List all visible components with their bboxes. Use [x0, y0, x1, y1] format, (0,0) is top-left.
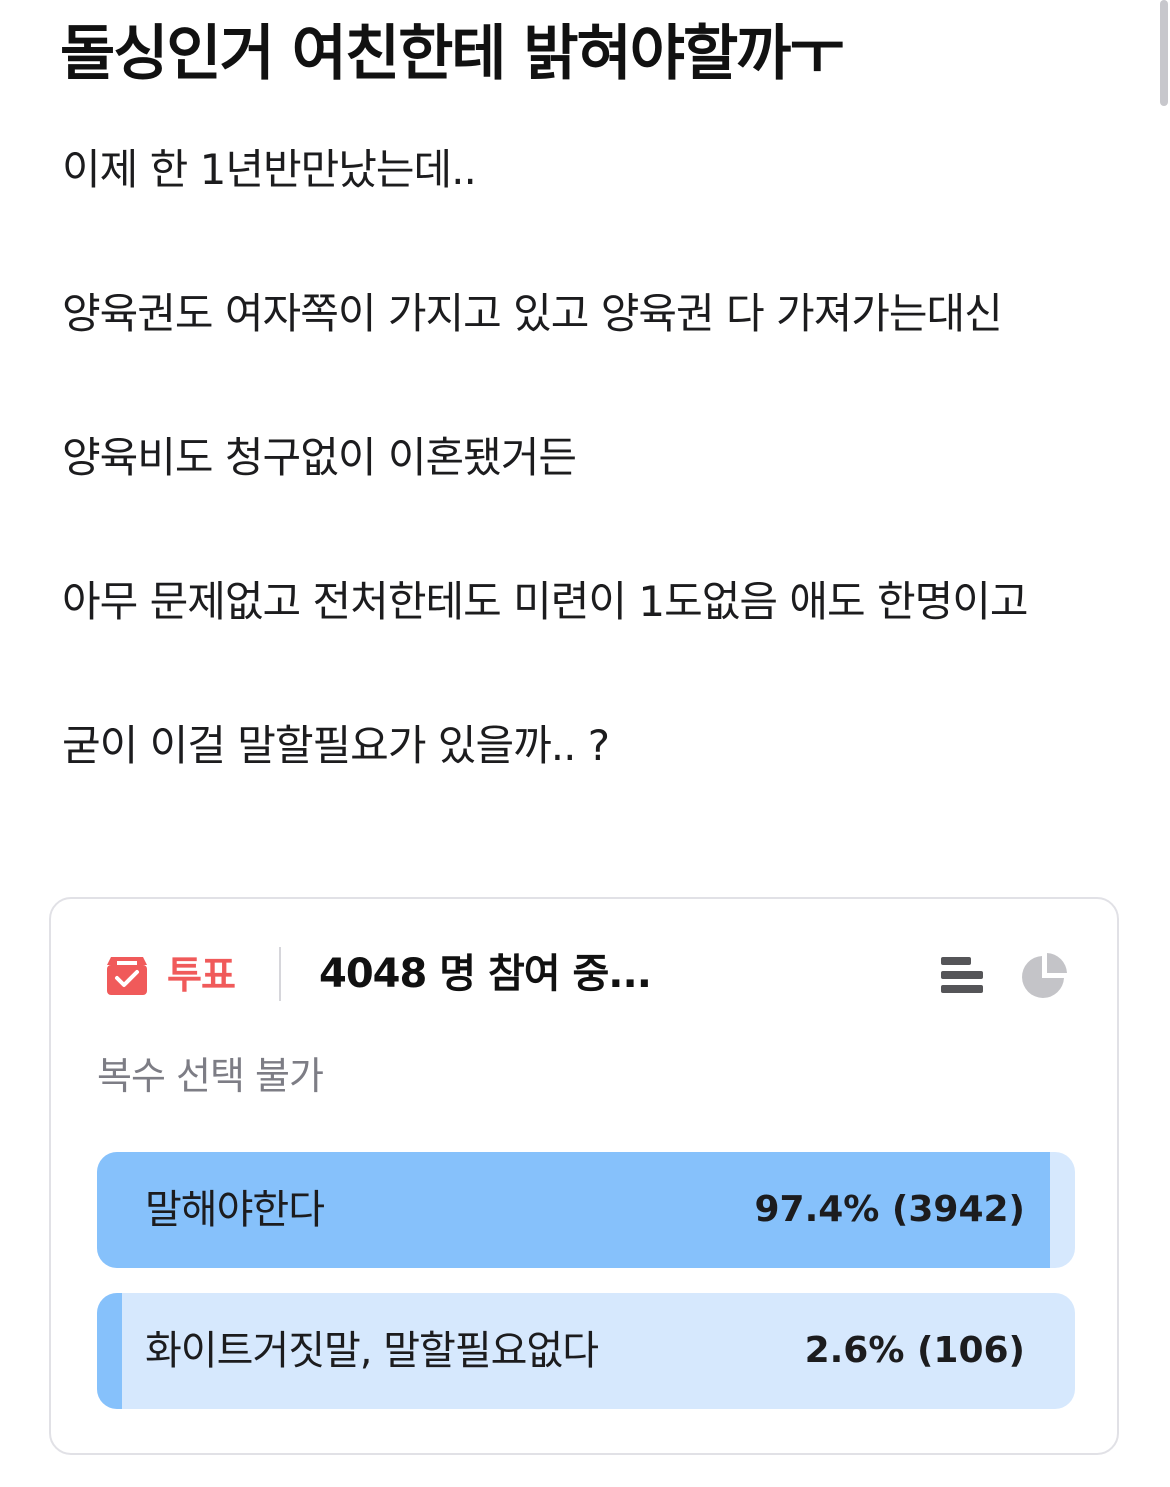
- poll-option-result: 97.4% (3942): [754, 1189, 1025, 1230]
- post-title: 돌싱인거 여친한테 밝혀야할까ㅜ: [60, 19, 845, 89]
- poll-option-fill: [97, 1293, 123, 1409]
- post-paragraph: 이제 한 1년반만났는데..: [62, 145, 477, 194]
- post-paragraph: 양육권도 여자쪽이 가지고 있고 양육권 다 가져가는대신: [62, 289, 1003, 338]
- poll-option[interactable]: 화이트거짓말, 말할필요없다 2.6% (106): [97, 1293, 1075, 1409]
- scrollbar[interactable]: [1160, 0, 1168, 106]
- ballot-box-icon: [107, 957, 147, 995]
- poll-selection-mode: 복수 선택 불가: [97, 1054, 324, 1098]
- poll-label: 투표: [167, 953, 236, 997]
- participant-count: 4048 명 참여 중...: [319, 951, 652, 997]
- poll-header: 투표 4048 명 참여 중...: [105, 947, 1071, 1003]
- poll-option[interactable]: 말해야한다 97.4% (3942): [97, 1152, 1075, 1268]
- poll-option-label: 말해야한다: [145, 1187, 325, 1233]
- post-paragraph: 양육비도 청구없이 이혼됐거든: [62, 433, 577, 482]
- pie-chart-view-icon[interactable]: [1021, 951, 1069, 999]
- poll-option-result: 2.6% (106): [804, 1330, 1025, 1371]
- post-body: 이제 한 1년반만났는데.. 양육권도 여자쪽이 가지고 있고 양육권 다 가져…: [62, 134, 1112, 854]
- post-paragraph: 아무 문제없고 전처한테도 미련이 1도없음 애도 한명이고: [62, 577, 1029, 626]
- poll-card: 투표 4048 명 참여 중... 복수 선택 불가 말해야한다 97.4% (…: [49, 897, 1119, 1455]
- header-divider: [279, 947, 281, 1001]
- poll-option-label: 화이트거짓말, 말할필요없다: [145, 1328, 599, 1374]
- post-paragraph: 굳이 이걸 말할필요가 있을까.. ?: [62, 721, 610, 770]
- bar-chart-view-icon[interactable]: [939, 953, 985, 997]
